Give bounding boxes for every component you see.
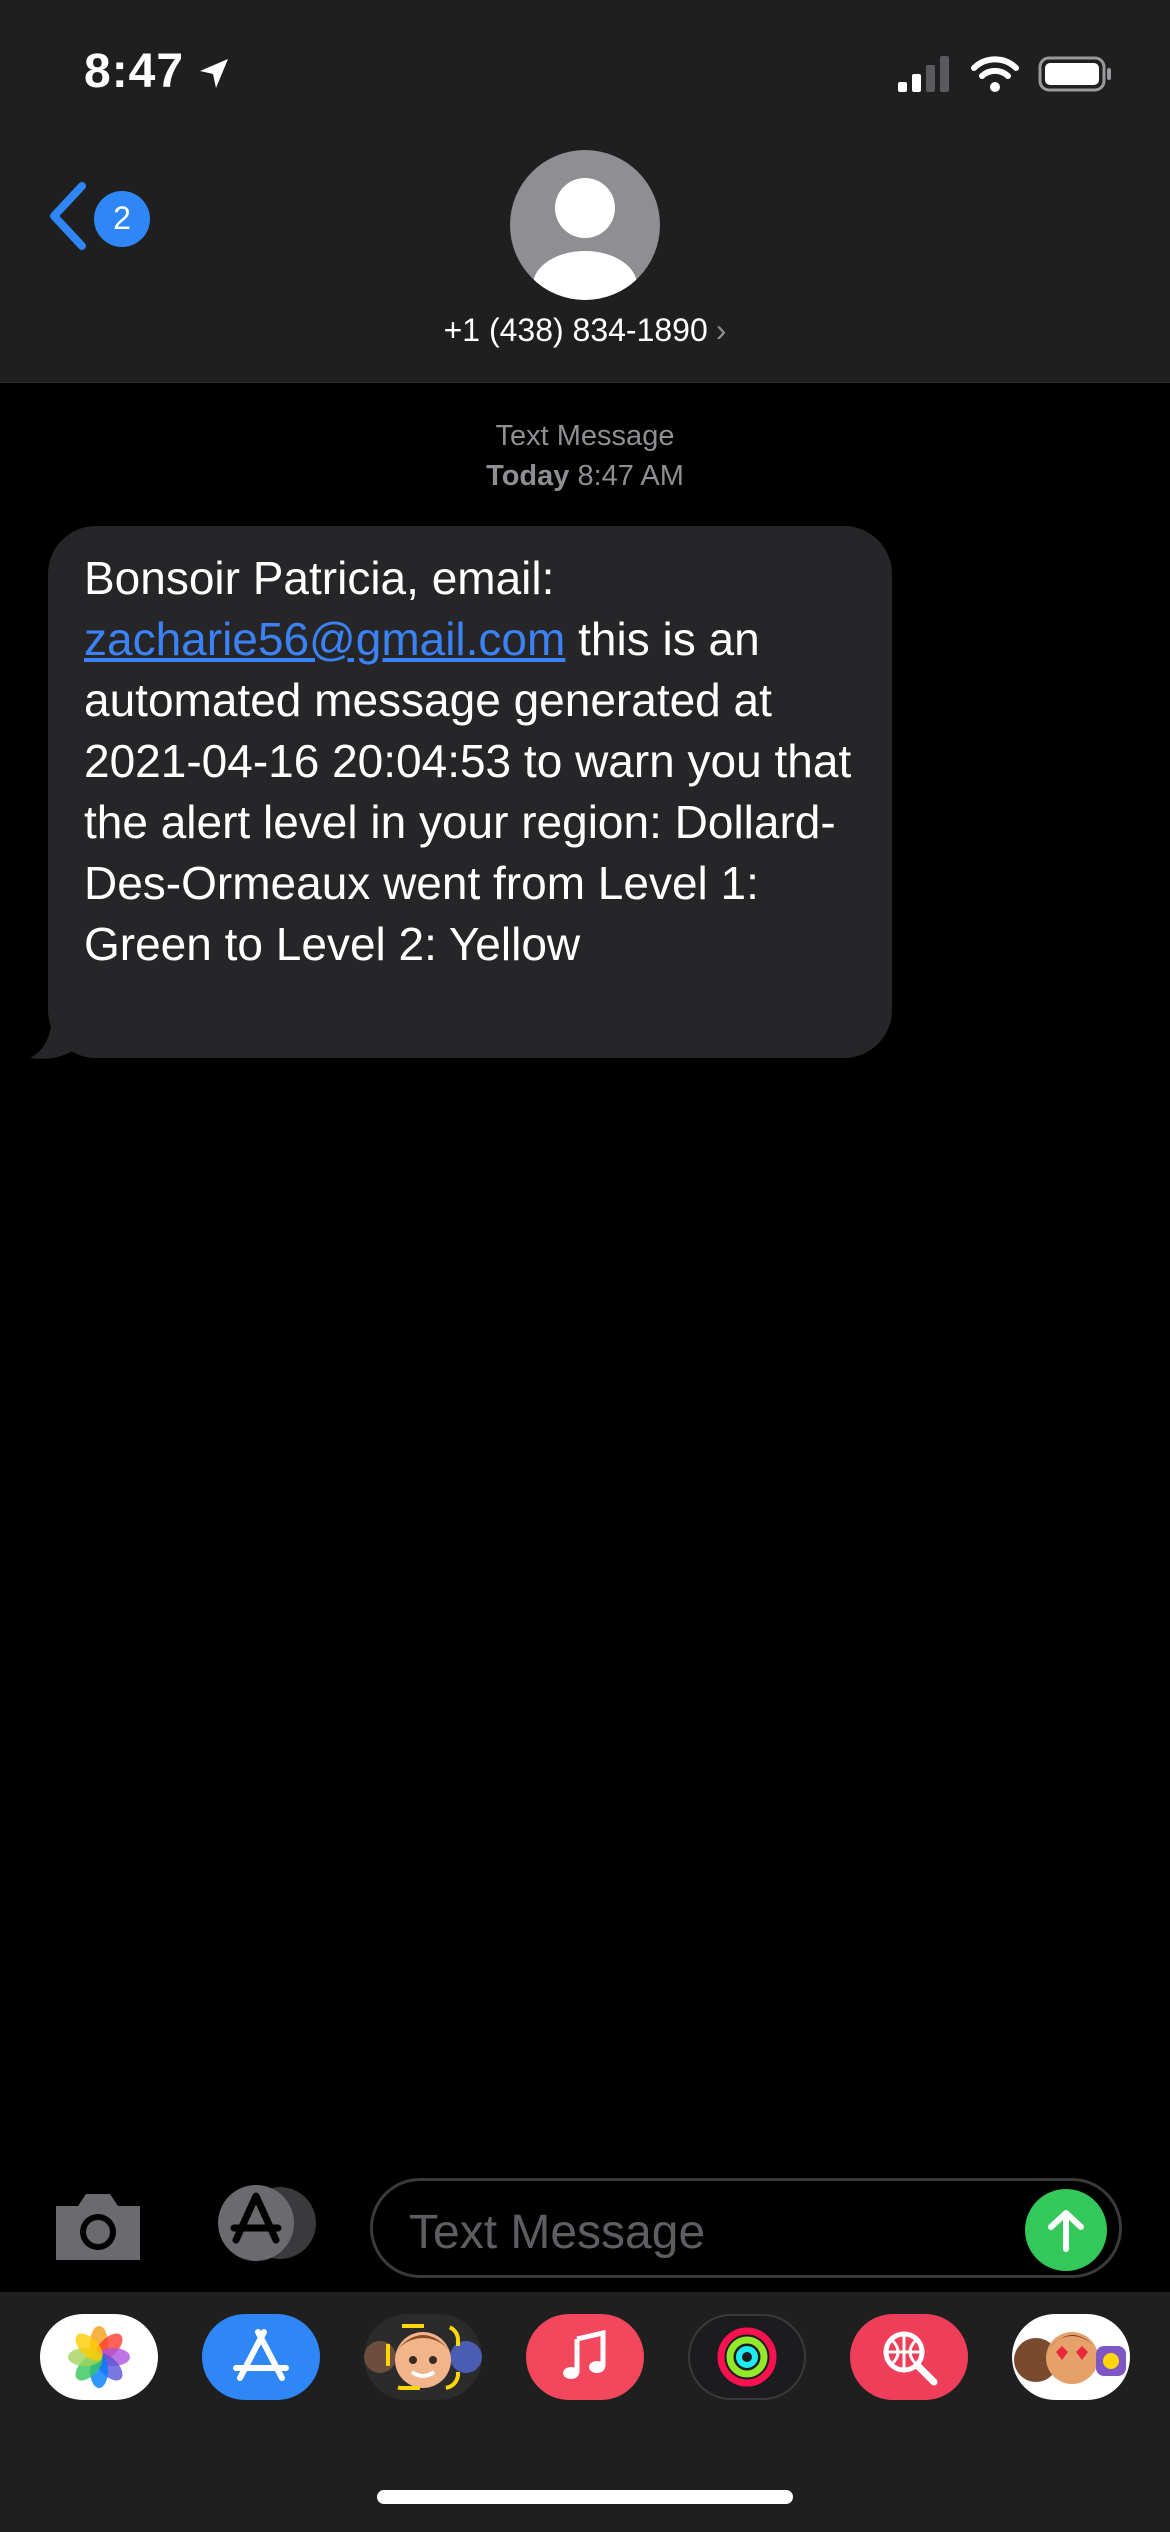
contact-number: +1 (438) 834-1890 [443, 312, 708, 348]
service-label: Text Message [495, 420, 675, 452]
message-input[interactable]: Text Message [370, 2178, 1122, 2278]
app-store-app-button[interactable] [202, 2314, 320, 2400]
battery-icon [1038, 54, 1114, 99]
globe-search-icon [883, 2331, 938, 2386]
status-time: 8:47 [84, 45, 185, 98]
photos-icon [68, 2326, 130, 2388]
unread-badge: 2 [94, 190, 150, 247]
contact-avatar[interactable] [510, 150, 660, 300]
message-timestamp: Today 8:47 AM [0, 460, 1170, 493]
contact-name-button[interactable]: +1 (438) 834-1890 › [0, 312, 1170, 349]
person-icon [533, 178, 637, 300]
message-text-end: this is an automated message generated a… [84, 613, 852, 970]
arrow-up-icon [1048, 2210, 1084, 2252]
composer-row: Text Message [0, 2170, 1170, 2290]
timestamp-day: Today [486, 460, 570, 492]
activity-app-button[interactable] [688, 2314, 806, 2400]
conversation-header: 8:47 2 +1 (438) 834-1890 › [0, 0, 1170, 383]
message-text-start: Bonsoir Patricia, email: [84, 552, 555, 604]
stickers-app-button[interactable] [1012, 2314, 1130, 2400]
location-arrow-icon [196, 56, 232, 97]
memoji-icon [364, 2324, 482, 2390]
camera-button[interactable] [48, 2186, 148, 2271]
send-button[interactable] [1025, 2189, 1107, 2271]
camera-icon [56, 2194, 140, 2260]
status-icons [896, 54, 1114, 99]
wifi-icon [970, 54, 1020, 99]
cellular-signal-icon [896, 54, 952, 99]
chevron-right-icon: › [715, 312, 727, 348]
home-indicator[interactable] [377, 2490, 793, 2504]
back-button[interactable]: 2 [44, 180, 150, 257]
chevron-left-icon [44, 180, 90, 257]
app-store-icon [233, 2329, 289, 2381]
app-store-apps-button[interactable] [208, 2178, 328, 2273]
activity-rings-icon [717, 2327, 777, 2387]
email-link[interactable]: zacharie56@gmail.com [84, 613, 565, 665]
music-note-icon [563, 2329, 606, 2379]
apps-icon [218, 2185, 316, 2261]
memoji-app-button[interactable] [364, 2314, 482, 2400]
message-input-placeholder: Text Message [409, 2206, 706, 2259]
music-app-button[interactable] [526, 2314, 644, 2400]
photos-app-button[interactable] [40, 2314, 158, 2400]
timestamp-time: 8:47 AM [577, 460, 684, 492]
images-search-app-button[interactable] [850, 2314, 968, 2400]
memoji-stickers-icon [1014, 2332, 1126, 2384]
incoming-message-bubble[interactable]: Bonsoir Patricia, email: zacharie56@gmai… [48, 526, 892, 1058]
